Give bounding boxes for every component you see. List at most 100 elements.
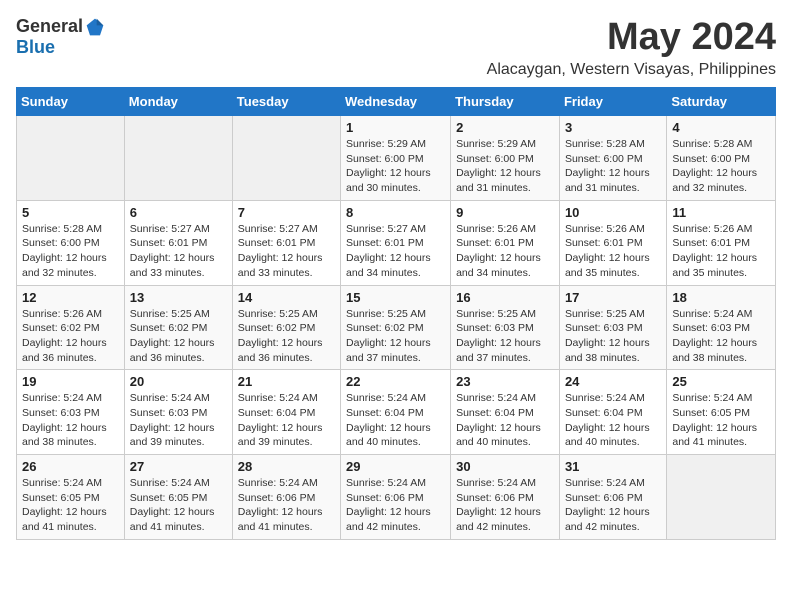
day-number: 22 (346, 374, 445, 389)
day-number: 12 (22, 290, 119, 305)
day-info: Sunrise: 5:28 AM Sunset: 6:00 PM Dayligh… (672, 137, 770, 196)
calendar-cell: 24Sunrise: 5:24 AM Sunset: 6:04 PM Dayli… (559, 370, 666, 455)
day-number: 19 (22, 374, 119, 389)
day-of-week-header: Wednesday (341, 88, 451, 116)
logo-icon (85, 17, 105, 37)
day-info: Sunrise: 5:25 AM Sunset: 6:02 PM Dayligh… (130, 307, 227, 366)
day-info: Sunrise: 5:24 AM Sunset: 6:06 PM Dayligh… (346, 476, 445, 535)
day-number: 11 (672, 205, 770, 220)
calendar-cell: 16 Sunrise: 5:25 AM Sunset: 6:03 PM Dayli… (451, 285, 560, 370)
location-subtitle: Alacaygan, Western Visayas, Philippines (487, 61, 776, 79)
day-info: Sunrise: 5:28 AM Sunset: 6:00 PM Dayligh… (22, 222, 119, 281)
day-info: Sunrise: 5:25 AM Sunset: 6:03 PM Dayligh… (565, 307, 661, 366)
day-info: Sunrise: 5:25 AM Sunset: 6:02 PM Dayligh… (346, 307, 445, 366)
day-info: Sunrise: 5:25 AM Sunset: 6:03 PM Dayligh… (456, 307, 554, 366)
calendar-cell: 17 Sunrise: 5:25 AM Sunset: 6:03 PM Dayli… (559, 285, 666, 370)
logo: General Blue (16, 16, 105, 58)
calendar-cell: 1 Sunrise: 5:29 AM Sunset: 6:00 PM Daylig… (341, 116, 451, 201)
day-number: 17 (565, 290, 661, 305)
calendar-cell: 29 Sunrise: 5:24 AM Sunset: 6:06 PM Dayli… (341, 455, 451, 540)
calendar-cell: 6 Sunrise: 5:27 AM Sunset: 6:01 PM Daylig… (124, 200, 232, 285)
day-number: 21 (238, 374, 335, 389)
calendar-table: SundayMondayTuesdayWednesdayThursdayFrid… (16, 87, 776, 540)
day-info: Sunrise: 5:26 AM Sunset: 6:01 PM Dayligh… (565, 222, 661, 281)
day-info: Sunrise: 5:24 AM Sunset: 6:03 PM Dayligh… (672, 307, 770, 366)
day-of-week-header: Tuesday (232, 88, 340, 116)
calendar-cell: 28Sunrise: 5:24 AM Sunset: 6:06 PM Dayli… (232, 455, 340, 540)
calendar-cell: 31 Sunrise: 5:24 AM Sunset: 6:06 PM Dayli… (559, 455, 666, 540)
calendar-cell: 19 Sunrise: 5:24 AM Sunset: 6:03 PM Dayli… (17, 370, 125, 455)
calendar-week-row: 5 Sunrise: 5:28 AM Sunset: 6:00 PM Daylig… (17, 200, 776, 285)
calendar-cell: 7 Sunrise: 5:27 AM Sunset: 6:01 PM Daylig… (232, 200, 340, 285)
day-number: 1 (346, 120, 445, 135)
page-header: General Blue May 2024 Alacaygan, Western… (16, 16, 776, 79)
day-number: 16 (456, 290, 554, 305)
day-number: 27 (130, 459, 227, 474)
day-of-week-header: Saturday (667, 88, 776, 116)
calendar-cell: 9Sunrise: 5:26 AM Sunset: 6:01 PM Daylig… (451, 200, 560, 285)
day-number: 10 (565, 205, 661, 220)
calendar-week-row: 19 Sunrise: 5:24 AM Sunset: 6:03 PM Dayli… (17, 370, 776, 455)
day-number: 29 (346, 459, 445, 474)
calendar-cell: 26 Sunrise: 5:24 AM Sunset: 6:05 PM Dayli… (17, 455, 125, 540)
day-info: Sunrise: 5:24 AM Sunset: 6:05 PM Dayligh… (130, 476, 227, 535)
day-number: 13 (130, 290, 227, 305)
day-number: 23 (456, 374, 554, 389)
day-info: Sunrise: 5:24 AM Sunset: 6:05 PM Dayligh… (22, 476, 119, 535)
calendar-cell: 13 Sunrise: 5:25 AM Sunset: 6:02 PM Dayli… (124, 285, 232, 370)
day-number: 24 (565, 374, 661, 389)
calendar-cell (17, 116, 125, 201)
title-block: May 2024 Alacaygan, Western Visayas, Phi… (487, 16, 776, 79)
day-number: 30 (456, 459, 554, 474)
day-info: Sunrise: 5:26 AM Sunset: 6:02 PM Dayligh… (22, 307, 119, 366)
day-info: Sunrise: 5:24 AM Sunset: 6:06 PM Dayligh… (238, 476, 335, 535)
day-number: 4 (672, 120, 770, 135)
calendar-cell: 5 Sunrise: 5:28 AM Sunset: 6:00 PM Daylig… (17, 200, 125, 285)
day-number: 7 (238, 205, 335, 220)
calendar-cell: 8 Sunrise: 5:27 AM Sunset: 6:01 PM Daylig… (341, 200, 451, 285)
day-number: 3 (565, 120, 661, 135)
calendar-cell (124, 116, 232, 201)
day-info: Sunrise: 5:27 AM Sunset: 6:01 PM Dayligh… (346, 222, 445, 281)
calendar-cell: 30 Sunrise: 5:24 AM Sunset: 6:06 PM Dayli… (451, 455, 560, 540)
calendar-cell: 25Sunrise: 5:24 AM Sunset: 6:05 PM Dayli… (667, 370, 776, 455)
day-number: 14 (238, 290, 335, 305)
calendar-cell: 4 Sunrise: 5:28 AM Sunset: 6:00 PM Daylig… (667, 116, 776, 201)
day-number: 2 (456, 120, 554, 135)
day-info: Sunrise: 5:27 AM Sunset: 6:01 PM Dayligh… (130, 222, 227, 281)
calendar-cell: 11Sunrise: 5:26 AM Sunset: 6:01 PM Dayli… (667, 200, 776, 285)
calendar-cell: 12 Sunrise: 5:26 AM Sunset: 6:02 PM Dayli… (17, 285, 125, 370)
day-of-week-header: Monday (124, 88, 232, 116)
day-number: 6 (130, 205, 227, 220)
logo-blue-text: Blue (16, 37, 55, 58)
day-of-week-header: Thursday (451, 88, 560, 116)
day-info: Sunrise: 5:24 AM Sunset: 6:04 PM Dayligh… (456, 391, 554, 450)
calendar-cell: 18Sunrise: 5:24 AM Sunset: 6:03 PM Dayli… (667, 285, 776, 370)
day-info: Sunrise: 5:27 AM Sunset: 6:01 PM Dayligh… (238, 222, 335, 281)
day-info: Sunrise: 5:24 AM Sunset: 6:04 PM Dayligh… (346, 391, 445, 450)
month-title: May 2024 (487, 16, 776, 59)
day-info: Sunrise: 5:29 AM Sunset: 6:00 PM Dayligh… (456, 137, 554, 196)
day-info: Sunrise: 5:29 AM Sunset: 6:00 PM Dayligh… (346, 137, 445, 196)
day-info: Sunrise: 5:24 AM Sunset: 6:05 PM Dayligh… (672, 391, 770, 450)
day-number: 26 (22, 459, 119, 474)
day-number: 5 (22, 205, 119, 220)
day-info: Sunrise: 5:24 AM Sunset: 6:06 PM Dayligh… (565, 476, 661, 535)
calendar-week-row: 26 Sunrise: 5:24 AM Sunset: 6:05 PM Dayli… (17, 455, 776, 540)
calendar-cell: 27 Sunrise: 5:24 AM Sunset: 6:05 PM Dayli… (124, 455, 232, 540)
day-of-week-header: Sunday (17, 88, 125, 116)
calendar-cell: 15Sunrise: 5:25 AM Sunset: 6:02 PM Dayli… (341, 285, 451, 370)
day-info: Sunrise: 5:24 AM Sunset: 6:04 PM Dayligh… (238, 391, 335, 450)
day-number: 31 (565, 459, 661, 474)
day-info: Sunrise: 5:24 AM Sunset: 6:06 PM Dayligh… (456, 476, 554, 535)
day-info: Sunrise: 5:28 AM Sunset: 6:00 PM Dayligh… (565, 137, 661, 196)
logo-general-text: General (16, 16, 83, 37)
calendar-cell (232, 116, 340, 201)
day-number: 8 (346, 205, 445, 220)
day-info: Sunrise: 5:24 AM Sunset: 6:03 PM Dayligh… (22, 391, 119, 450)
calendar-week-row: 12 Sunrise: 5:26 AM Sunset: 6:02 PM Dayli… (17, 285, 776, 370)
calendar-cell: 2 Sunrise: 5:29 AM Sunset: 6:00 PM Daylig… (451, 116, 560, 201)
calendar-cell: 22 Sunrise: 5:24 AM Sunset: 6:04 PM Dayli… (341, 370, 451, 455)
calendar-cell: 23 Sunrise: 5:24 AM Sunset: 6:04 PM Dayli… (451, 370, 560, 455)
calendar-cell: 14Sunrise: 5:25 AM Sunset: 6:02 PM Dayli… (232, 285, 340, 370)
